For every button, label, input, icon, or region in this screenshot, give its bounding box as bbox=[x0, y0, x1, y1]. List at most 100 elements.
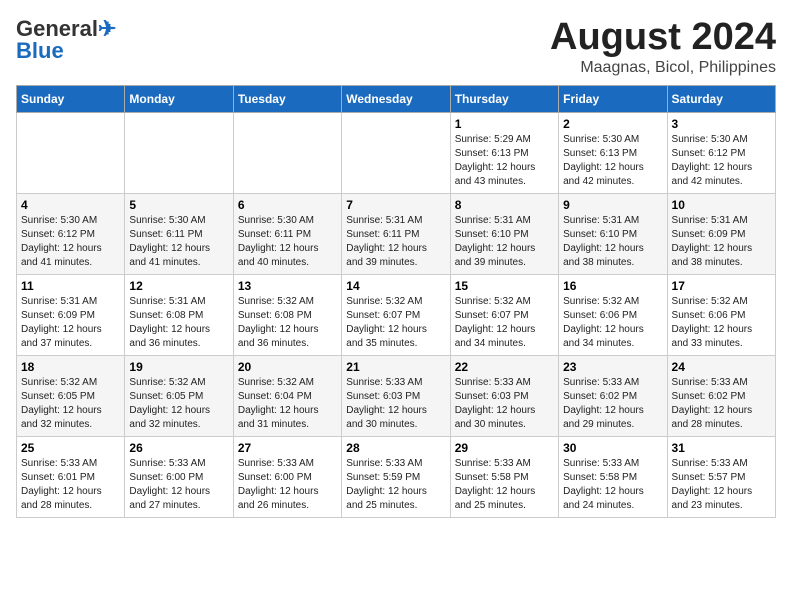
page-header: General✈ Blue August 2024 Maagnas, Bicol… bbox=[16, 16, 776, 77]
cell-0-4: 1 Sunrise: 5:29 AM Sunset: 6:13 PM Daylig… bbox=[450, 113, 558, 194]
cell-3-6: 24Sunrise: 5:33 AM Sunset: 6:02 PM Dayli… bbox=[667, 356, 775, 437]
title-block: August 2024 Maagnas, Bicol, Philippines bbox=[550, 16, 776, 77]
cell-1-2: 6 Sunrise: 5:30 AM Sunset: 6:11 PM Daylig… bbox=[233, 194, 341, 275]
day-number: 25 bbox=[21, 441, 120, 455]
day-number: 4 bbox=[21, 198, 120, 212]
day-info: Sunrise: 5:31 AM Sunset: 6:10 PM Dayligh… bbox=[563, 214, 662, 270]
day-info: Sunrise: 5:30 AM Sunset: 6:12 PM Dayligh… bbox=[21, 214, 120, 270]
day-info: Sunrise: 5:32 AM Sunset: 6:05 PM Dayligh… bbox=[21, 376, 120, 432]
day-info: Sunrise: 5:33 AM Sunset: 5:57 PM Dayligh… bbox=[672, 457, 771, 513]
day-info: Sunrise: 5:32 AM Sunset: 6:07 PM Dayligh… bbox=[455, 295, 554, 351]
cell-3-0: 18 Sunrise: 5:32 AM Sunset: 6:05 PM Dayli… bbox=[17, 356, 125, 437]
calendar-table: SundayMondayTuesdayWednesdayThursdayFrid… bbox=[16, 85, 776, 518]
header-thursday: Thursday bbox=[450, 86, 558, 113]
day-number: 15 bbox=[455, 279, 554, 293]
header-friday: Friday bbox=[559, 86, 667, 113]
day-number: 29 bbox=[455, 441, 554, 455]
cell-1-4: 8Sunrise: 5:31 AM Sunset: 6:10 PM Daylig… bbox=[450, 194, 558, 275]
cell-2-5: 16 Sunrise: 5:32 AM Sunset: 6:06 PM Dayli… bbox=[559, 275, 667, 356]
day-info: Sunrise: 5:31 AM Sunset: 6:08 PM Dayligh… bbox=[129, 295, 228, 351]
cell-2-0: 11Sunrise: 5:31 AM Sunset: 6:09 PM Dayli… bbox=[17, 275, 125, 356]
cell-0-0 bbox=[17, 113, 125, 194]
day-number: 5 bbox=[129, 198, 228, 212]
header-saturday: Saturday bbox=[667, 86, 775, 113]
day-number: 7 bbox=[346, 198, 445, 212]
day-info: Sunrise: 5:31 AM Sunset: 6:09 PM Dayligh… bbox=[21, 295, 120, 351]
cell-3-5: 23Sunrise: 5:33 AM Sunset: 6:02 PM Dayli… bbox=[559, 356, 667, 437]
day-info: Sunrise: 5:32 AM Sunset: 6:07 PM Dayligh… bbox=[346, 295, 445, 351]
day-info: Sunrise: 5:33 AM Sunset: 6:00 PM Dayligh… bbox=[129, 457, 228, 513]
cell-4-2: 27 Sunrise: 5:33 AM Sunset: 6:00 PM Dayli… bbox=[233, 437, 341, 518]
week-row-4: 25 Sunrise: 5:33 AM Sunset: 6:01 PM Dayli… bbox=[17, 437, 776, 518]
day-info: Sunrise: 5:33 AM Sunset: 5:59 PM Dayligh… bbox=[346, 457, 445, 513]
cell-4-3: 28 Sunrise: 5:33 AM Sunset: 5:59 PM Dayli… bbox=[342, 437, 450, 518]
day-number: 6 bbox=[238, 198, 337, 212]
day-info: Sunrise: 5:33 AM Sunset: 6:00 PM Dayligh… bbox=[238, 457, 337, 513]
day-number: 26 bbox=[129, 441, 228, 455]
day-number: 17 bbox=[672, 279, 771, 293]
cell-4-4: 29 Sunrise: 5:33 AM Sunset: 5:58 PM Dayli… bbox=[450, 437, 558, 518]
week-row-1: 4 Sunrise: 5:30 AM Sunset: 6:12 PM Daylig… bbox=[17, 194, 776, 275]
cell-2-6: 17 Sunrise: 5:32 AM Sunset: 6:06 PM Dayli… bbox=[667, 275, 775, 356]
day-number: 1 bbox=[455, 117, 554, 131]
cell-4-1: 26 Sunrise: 5:33 AM Sunset: 6:00 PM Dayli… bbox=[125, 437, 233, 518]
day-number: 10 bbox=[672, 198, 771, 212]
cell-0-6: 3 Sunrise: 5:30 AM Sunset: 6:12 PM Daylig… bbox=[667, 113, 775, 194]
day-number: 22 bbox=[455, 360, 554, 374]
day-info: Sunrise: 5:32 AM Sunset: 6:06 PM Dayligh… bbox=[563, 295, 662, 351]
day-number: 12 bbox=[129, 279, 228, 293]
day-number: 18 bbox=[21, 360, 120, 374]
cell-3-3: 21Sunrise: 5:33 AM Sunset: 6:03 PM Dayli… bbox=[342, 356, 450, 437]
day-info: Sunrise: 5:33 AM Sunset: 6:02 PM Dayligh… bbox=[672, 376, 771, 432]
day-number: 2 bbox=[563, 117, 662, 131]
day-number: 19 bbox=[129, 360, 228, 374]
day-info: Sunrise: 5:30 AM Sunset: 6:11 PM Dayligh… bbox=[238, 214, 337, 270]
day-info: Sunrise: 5:29 AM Sunset: 6:13 PM Dayligh… bbox=[455, 133, 554, 189]
day-info: Sunrise: 5:32 AM Sunset: 6:06 PM Dayligh… bbox=[672, 295, 771, 351]
cell-4-5: 30Sunrise: 5:33 AM Sunset: 5:58 PM Dayli… bbox=[559, 437, 667, 518]
day-number: 14 bbox=[346, 279, 445, 293]
cell-2-2: 13Sunrise: 5:32 AM Sunset: 6:08 PM Dayli… bbox=[233, 275, 341, 356]
day-info: Sunrise: 5:32 AM Sunset: 6:05 PM Dayligh… bbox=[129, 376, 228, 432]
cell-2-1: 12 Sunrise: 5:31 AM Sunset: 6:08 PM Dayli… bbox=[125, 275, 233, 356]
day-number: 30 bbox=[563, 441, 662, 455]
cell-1-1: 5 Sunrise: 5:30 AM Sunset: 6:11 PM Daylig… bbox=[125, 194, 233, 275]
cell-1-5: 9 Sunrise: 5:31 AM Sunset: 6:10 PM Daylig… bbox=[559, 194, 667, 275]
header-sunday: Sunday bbox=[17, 86, 125, 113]
header-monday: Monday bbox=[125, 86, 233, 113]
day-number: 16 bbox=[563, 279, 662, 293]
logo-blue: Blue bbox=[16, 38, 64, 64]
main-title: August 2024 bbox=[550, 16, 776, 59]
cell-0-1 bbox=[125, 113, 233, 194]
day-number: 23 bbox=[563, 360, 662, 374]
calendar-header-row: SundayMondayTuesdayWednesdayThursdayFrid… bbox=[17, 86, 776, 113]
day-info: Sunrise: 5:33 AM Sunset: 6:01 PM Dayligh… bbox=[21, 457, 120, 513]
week-row-2: 11Sunrise: 5:31 AM Sunset: 6:09 PM Dayli… bbox=[17, 275, 776, 356]
logo: General✈ Blue bbox=[16, 16, 116, 64]
day-info: Sunrise: 5:30 AM Sunset: 6:13 PM Dayligh… bbox=[563, 133, 662, 189]
cell-1-6: 10 Sunrise: 5:31 AM Sunset: 6:09 PM Dayli… bbox=[667, 194, 775, 275]
cell-1-3: 7 Sunrise: 5:31 AM Sunset: 6:11 PM Daylig… bbox=[342, 194, 450, 275]
calendar-body: 1 Sunrise: 5:29 AM Sunset: 6:13 PM Daylig… bbox=[17, 113, 776, 518]
day-info: Sunrise: 5:31 AM Sunset: 6:11 PM Dayligh… bbox=[346, 214, 445, 270]
day-number: 9 bbox=[563, 198, 662, 212]
day-info: Sunrise: 5:33 AM Sunset: 6:03 PM Dayligh… bbox=[455, 376, 554, 432]
day-number: 3 bbox=[672, 117, 771, 131]
cell-0-5: 2 Sunrise: 5:30 AM Sunset: 6:13 PM Daylig… bbox=[559, 113, 667, 194]
day-info: Sunrise: 5:30 AM Sunset: 6:11 PM Dayligh… bbox=[129, 214, 228, 270]
cell-3-2: 20Sunrise: 5:32 AM Sunset: 6:04 PM Dayli… bbox=[233, 356, 341, 437]
day-info: Sunrise: 5:33 AM Sunset: 5:58 PM Dayligh… bbox=[455, 457, 554, 513]
day-info: Sunrise: 5:31 AM Sunset: 6:09 PM Dayligh… bbox=[672, 214, 771, 270]
week-row-0: 1 Sunrise: 5:29 AM Sunset: 6:13 PM Daylig… bbox=[17, 113, 776, 194]
day-number: 31 bbox=[672, 441, 771, 455]
header-tuesday: Tuesday bbox=[233, 86, 341, 113]
day-info: Sunrise: 5:30 AM Sunset: 6:12 PM Dayligh… bbox=[672, 133, 771, 189]
day-number: 28 bbox=[346, 441, 445, 455]
subtitle: Maagnas, Bicol, Philippines bbox=[550, 59, 776, 77]
header-wednesday: Wednesday bbox=[342, 86, 450, 113]
cell-0-2 bbox=[233, 113, 341, 194]
cell-4-6: 31 Sunrise: 5:33 AM Sunset: 5:57 PM Dayli… bbox=[667, 437, 775, 518]
day-number: 27 bbox=[238, 441, 337, 455]
cell-2-3: 14 Sunrise: 5:32 AM Sunset: 6:07 PM Dayli… bbox=[342, 275, 450, 356]
cell-3-1: 19 Sunrise: 5:32 AM Sunset: 6:05 PM Dayli… bbox=[125, 356, 233, 437]
